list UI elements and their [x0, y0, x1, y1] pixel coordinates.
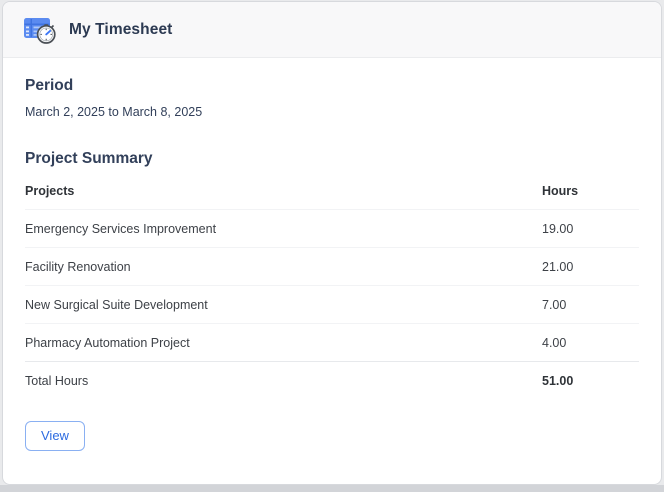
project-hours-cell: 21.00	[542, 247, 639, 286]
project-name-cell: New Surgical Suite Development	[25, 285, 542, 324]
table-row: Emergency Services Improvement 19.00	[25, 209, 639, 248]
project-name-cell: Emergency Services Improvement	[25, 209, 542, 248]
project-hours-cell: 4.00	[542, 323, 639, 362]
table-row: Pharmacy Automation Project 4.00	[25, 323, 639, 362]
timesheet-clock-icon	[23, 15, 57, 45]
period-heading: Period	[25, 77, 74, 94]
table-row: New Surgical Suite Development 7.00	[25, 285, 639, 324]
project-name-cell: Facility Renovation	[25, 247, 542, 286]
project-summary-table: Projects Hours Emergency Services Improv…	[25, 172, 639, 399]
view-button[interactable]: View	[25, 421, 85, 451]
card-header: My Timesheet	[3, 2, 661, 58]
total-row: Total Hours 51.00	[25, 362, 639, 400]
period-value: March 2, 2025 to March 8, 2025	[25, 105, 203, 119]
page-title: My Timesheet	[69, 21, 173, 38]
column-header-hours: Hours	[542, 172, 639, 210]
project-hours-cell: 7.00	[542, 285, 639, 324]
card-body: Period March 2, 2025 to March 8, 2025 Pr…	[3, 58, 661, 471]
project-hours-cell: 19.00	[542, 209, 639, 248]
project-summary-heading: Project Summary	[25, 150, 153, 167]
my-timesheet-card: My Timesheet Period March 2, 2025 to Mar…	[2, 1, 662, 485]
total-label: Total Hours	[25, 374, 89, 388]
table-row: Facility Renovation 21.00	[25, 247, 639, 286]
column-header-projects: Projects	[25, 172, 542, 210]
table-header-row: Projects Hours	[25, 172, 639, 210]
page-bottom-strip	[0, 485, 664, 492]
total-hours-value: 51.00	[542, 374, 574, 388]
project-name-cell: Pharmacy Automation Project	[25, 323, 542, 362]
